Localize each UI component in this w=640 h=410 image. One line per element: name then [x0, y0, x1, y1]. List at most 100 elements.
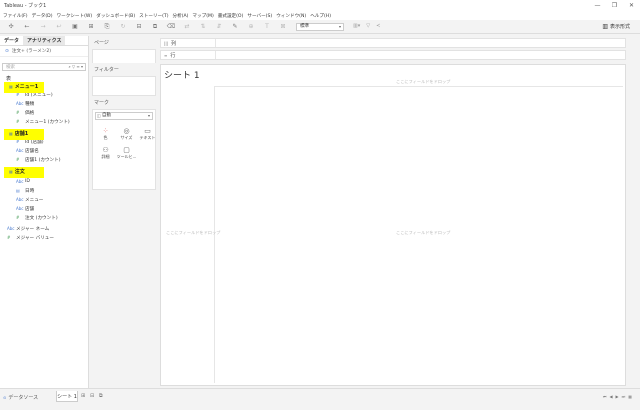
drop-zone-left[interactable]: ここにフィールドをドロップ: [166, 230, 220, 236]
table-store[interactable]: ▾ ▦ 店舗1: [0, 129, 88, 140]
field-label: 店舗: [25, 206, 35, 212]
new-dashboard-tab-icon[interactable]: ⊟: [90, 393, 94, 399]
table-menu[interactable]: ▾ ▦ メニュー1: [0, 82, 88, 93]
field-item[interactable]: # 注文 (カウント): [0, 213, 88, 222]
shelf-pane: ページ フィルター マーク ◫ 自動 ▾ ⁘ 色 ◎ サイズ ▭ テキスト ⚇ …: [90, 36, 158, 388]
detail-button[interactable]: ⚇ 詳細: [95, 143, 116, 162]
pages-card-title: ページ: [94, 40, 109, 46]
measure-names-item[interactable]: Abc メジャー ネーム: [0, 224, 88, 233]
fix-axes-icon[interactable]: ⊠: [278, 23, 288, 31]
field-item[interactable]: # 価格: [0, 108, 88, 117]
menu-worksheet[interactable]: ワークシート(W): [57, 13, 93, 19]
columns-shelf[interactable]: ||| 列: [160, 38, 626, 48]
new-worksheet-icon[interactable]: ⊟: [134, 23, 144, 31]
back-icon[interactable]: ↩: [54, 23, 64, 31]
redo-icon[interactable]: →: [38, 23, 48, 31]
size-button[interactable]: ◎ サイズ: [116, 124, 137, 143]
highlight-icon[interactable]: ✎: [230, 23, 240, 31]
fit-select[interactable]: 標準 ▾: [296, 23, 344, 31]
toolbar-right-group: ▥▾ ▽ ≺: [353, 23, 386, 29]
menu-server[interactable]: サーバー(S): [247, 13, 272, 19]
menu-format[interactable]: 書式設定(O): [218, 13, 244, 19]
field-item[interactable]: Abc 種類: [0, 99, 88, 108]
menu-data[interactable]: データ(D): [32, 13, 53, 19]
sheet-tab[interactable]: シート 1: [56, 391, 78, 402]
run-update-icon[interactable]: ↻: [118, 23, 128, 31]
show-me-button[interactable]: ▥ 表示形式: [602, 23, 630, 30]
new-worksheet-tab-icon[interactable]: ⊞: [81, 393, 85, 399]
menu-window[interactable]: ウィンドウ(N): [276, 13, 306, 19]
field-item[interactable]: Abc メニュー: [0, 195, 88, 204]
swap-icon[interactable]: ⇄: [182, 23, 192, 31]
drop-zone-top[interactable]: ここにフィールドをドロップ: [396, 79, 450, 85]
show-cards-icon[interactable]: ▥▾: [353, 23, 360, 29]
menu-help[interactable]: ヘルプ(H): [310, 13, 331, 19]
menu-dashboard[interactable]: ダッシュボード(B): [96, 13, 135, 19]
marks-type-value: 自動: [102, 113, 111, 118]
share-icon[interactable]: ≺: [376, 23, 380, 29]
measure-icon: #: [16, 157, 20, 162]
drop-zone-center[interactable]: ここにフィールドをドロップ: [396, 230, 450, 236]
text-button[interactable]: ▭ テキスト: [137, 124, 158, 143]
worksheet-canvas: ||| 列 ≡ 行 シート 1 ここにフィールドをドロップ ここにフィールドをド…: [158, 36, 626, 388]
size-icon: ◎: [123, 126, 130, 135]
measure-values-item[interactable]: # メジャー バリュー: [0, 233, 88, 242]
first-sheet-icon[interactable]: ⏮: [603, 394, 607, 399]
search-input[interactable]: 検索 ⌕ ▽ ≡ ▾: [2, 63, 86, 71]
tab-analytics[interactable]: アナリティクス: [23, 36, 66, 45]
pages-card: ページ: [92, 36, 156, 65]
filters-card-title: フィルター: [94, 67, 119, 73]
search-icons[interactable]: ⌕ ▽ ≡ ▾: [69, 64, 84, 69]
field-item[interactable]: ▤ 日時: [0, 186, 88, 195]
marks-type-select[interactable]: ◫ 自動 ▾: [95, 112, 153, 120]
field-item[interactable]: # メニュー1 (カウント): [0, 117, 88, 126]
menu-map[interactable]: マップ(M): [192, 13, 213, 19]
filters-drop-area[interactable]: [92, 76, 156, 96]
columns-label: 列: [171, 40, 177, 47]
new-datasource-icon[interactable]: ⊞: [86, 23, 96, 31]
color-button[interactable]: ⁘ 色: [95, 124, 116, 143]
tooltip-toggle-icon[interactable]: ▽: [366, 23, 370, 29]
marks-card-body: ◫ 自動 ▾ ⁘ 色 ◎ サイズ ▭ テキスト ⚇ 詳細 ▢ ツールヒ...: [92, 109, 156, 190]
last-sheet-icon[interactable]: ⏭: [622, 394, 626, 399]
grid-view-icon[interactable]: ▦: [628, 394, 632, 399]
group-icon[interactable]: ⊕: [246, 23, 256, 31]
view-area[interactable]: シート 1 ここにフィールドをドロップ ここにフィールドをドロップ ここにフィー…: [160, 64, 626, 386]
labels-icon[interactable]: T: [262, 23, 272, 31]
chevron-down-icon: ▾: [338, 24, 341, 29]
menu-analysis[interactable]: 分析(A): [173, 13, 189, 19]
menu-file[interactable]: ファイル(F): [3, 13, 28, 19]
field-label: メニュー1 (カウント): [25, 119, 70, 125]
maximize-icon[interactable]: ❐: [606, 0, 623, 11]
tooltip-button[interactable]: ▢ ツールヒ...: [116, 143, 137, 162]
undo-icon[interactable]: ←: [22, 23, 32, 31]
prev-sheet-icon[interactable]: ◀: [609, 394, 612, 399]
tableau-logo-icon[interactable]: ✣: [6, 23, 16, 31]
field-item[interactable]: Abc 店舗名: [0, 146, 88, 155]
clear-icon[interactable]: ⌫: [166, 23, 176, 31]
field-item[interactable]: Abc 店舗: [0, 204, 88, 213]
minimize-icon[interactable]: —: [589, 0, 606, 11]
field-label: メニュー: [25, 197, 44, 203]
field-item[interactable]: Abc ID: [0, 177, 88, 186]
duplicate-icon[interactable]: ⧉: [150, 23, 160, 31]
close-icon[interactable]: ✕: [623, 0, 640, 11]
field-item[interactable]: # 店舗1 (カウント): [0, 155, 88, 164]
table-order[interactable]: ▾ ▦ 注文: [0, 167, 88, 178]
save-icon[interactable]: ▣: [70, 23, 80, 31]
new-story-tab-icon[interactable]: ⧉: [99, 393, 103, 399]
sort-asc-icon[interactable]: ⇅: [198, 23, 208, 31]
measure-icon: #: [16, 215, 20, 220]
datasource-tab-icon: ⊙: [3, 395, 7, 400]
next-sheet-icon[interactable]: ▶: [616, 394, 619, 399]
pause-updates-icon[interactable]: ⎘: [102, 23, 112, 31]
sort-desc-icon[interactable]: ⇵: [214, 23, 224, 31]
text-dimension-icon: Abc: [16, 101, 24, 106]
rows-shelf[interactable]: ≡ 行: [160, 50, 626, 60]
datasource-tab[interactable]: ⊙ データソース: [3, 394, 38, 401]
sheet-title[interactable]: シート 1: [164, 68, 200, 81]
menu-story[interactable]: ストーリー(T): [139, 13, 168, 19]
data-pane: データ アナリティクス ⊙ 注文+ (ラーメン2) 検索 ⌕ ▽ ≡ ▾ 表 ▾…: [0, 36, 89, 388]
datasource-item[interactable]: ⊙ 注文+ (ラーメン2): [0, 46, 88, 57]
tab-data[interactable]: データ: [0, 36, 24, 45]
